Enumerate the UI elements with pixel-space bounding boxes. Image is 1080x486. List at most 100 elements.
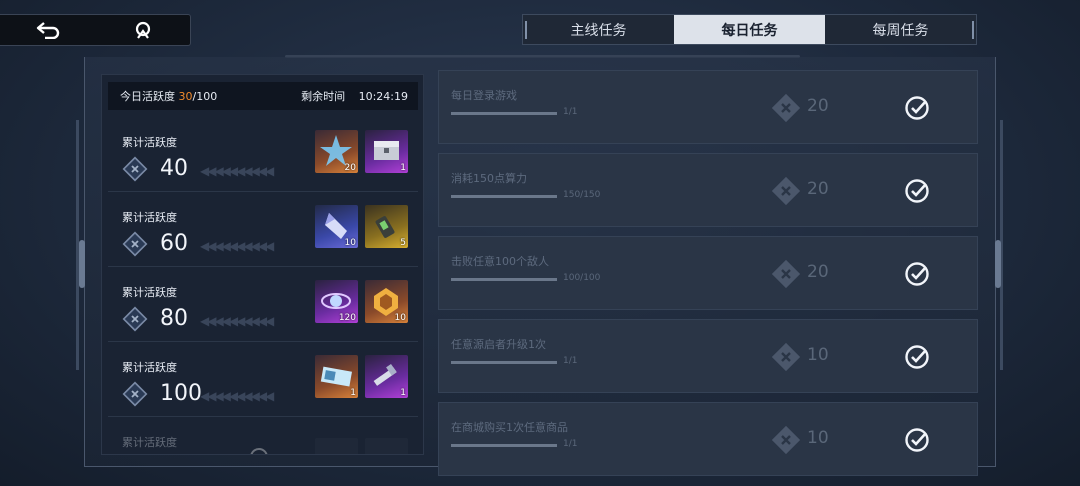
task-item[interactable]: 任意源启者升级1次 1/1 10 (438, 319, 978, 393)
reward-item[interactable]: 1 (365, 355, 408, 398)
top-nav-bar (0, 14, 191, 46)
tab-main-quest[interactable]: 主线任务 (523, 15, 674, 44)
activity-point-icon (771, 176, 801, 206)
activity-point-icon (122, 306, 148, 332)
progress-chevrons: ◀◀◀◀◀◀◀◀◀◀ (200, 239, 274, 253)
progress-chevrons: ◀◀◀◀◀◀◀◀◀◀ (200, 389, 274, 403)
activity-point-icon (122, 156, 148, 182)
task-title: 击败任意100个敌人 (451, 255, 549, 268)
activity-point-icon (771, 259, 801, 289)
progress-chevrons: ◀◀◀◀◀◀◀◀◀◀ (200, 164, 274, 178)
activity-label: 今日活跃度 (120, 90, 175, 103)
task-progress-bar (451, 278, 557, 281)
milestone-value: 100 (160, 381, 202, 406)
milestone-row: 累计活跃度 60 ◀◀◀◀◀◀◀◀◀◀ 10 5 (108, 193, 418, 267)
completed-check-icon[interactable] (904, 95, 930, 121)
task-reward-value: 20 (807, 96, 829, 116)
reward-item[interactable] (315, 438, 358, 454)
completed-check-icon[interactable] (904, 261, 930, 287)
task-progress-fill (451, 278, 557, 281)
reward-count: 1 (350, 388, 356, 398)
reward-count: 120 (338, 313, 356, 323)
milestone-label: 累计活跃度 (122, 436, 177, 449)
task-progress-fill (451, 444, 557, 447)
tab-divider (525, 21, 527, 39)
reward-item[interactable]: 1 (315, 355, 358, 398)
task-reward-value: 20 (807, 262, 829, 282)
side-handle-left (79, 240, 85, 288)
task-reward-value: 10 (807, 345, 829, 365)
remaining-time-value: 10:24:19 (358, 90, 408, 103)
home-icon (135, 21, 150, 39)
reward-item[interactable] (365, 438, 408, 454)
task-progress-bar (451, 112, 557, 115)
reward-count: 10 (344, 238, 356, 248)
activity-panel[interactable]: 今日活跃度 30/100 剩余时间 10:24:19 累计活跃度 40 ◀◀◀◀… (101, 74, 424, 455)
tab-divider (972, 21, 974, 39)
task-title: 在商城购买1次任意商品 (451, 421, 568, 434)
reward-item[interactable]: 20 (315, 130, 358, 173)
reward-item[interactable]: 10 (315, 205, 358, 248)
task-progress-fill (451, 361, 557, 364)
activity-point-icon (122, 381, 148, 407)
reward-item[interactable]: 10 (365, 280, 408, 323)
activity-header: 今日活跃度 30/100 剩余时间 10:24:19 (108, 82, 418, 110)
task-progress-fill (451, 112, 557, 115)
milestone-value: 60 (160, 231, 188, 256)
activity-point-icon (122, 231, 148, 257)
task-progress-bar (451, 361, 557, 364)
task-reward-value: 20 (807, 179, 829, 199)
milestone-row: 累计活跃度 80 ◀◀◀◀◀◀◀◀◀◀ 120 10 (108, 268, 418, 342)
reward-count: 5 (400, 238, 406, 248)
completed-check-icon[interactable] (904, 427, 930, 453)
side-handle-right (995, 240, 1001, 288)
task-item[interactable]: 击败任意100个敌人 100/100 20 (438, 236, 978, 310)
milestone-label: 累计活跃度 (122, 286, 177, 299)
back-button[interactable] (0, 15, 95, 45)
reward-item[interactable]: 120 (315, 280, 358, 323)
task-item[interactable]: 消耗150点算力 150/150 20 (438, 153, 978, 227)
task-tabs: 主线任务 每日任务 每周任务 (522, 14, 977, 45)
reward-count: 1 (400, 163, 406, 173)
completed-check-icon[interactable] (904, 344, 930, 370)
remaining-time: 剩余时间 10:24:19 (301, 88, 408, 104)
milestone-row: 累计活跃度 100 ◀◀◀◀◀◀◀◀◀◀ 1 1 (108, 343, 418, 417)
milestone-value: 80 (160, 306, 188, 331)
milestone-row: 累计活跃度 (108, 418, 418, 454)
task-progress-fill (451, 195, 557, 198)
task-item[interactable]: 在商城购买1次任意商品 1/1 10 (438, 402, 978, 476)
task-progress-bar (451, 195, 557, 198)
task-progress-text: 100/100 (563, 273, 601, 283)
reward-count: 1 (400, 388, 406, 398)
reward-count: 20 (344, 163, 356, 173)
remaining-time-label: 剩余时间 (301, 90, 346, 103)
tab-daily-quest[interactable]: 每日任务 (674, 15, 825, 44)
activity-point-icon (771, 342, 801, 372)
task-item[interactable]: 每日登录游戏 1/1 20 (438, 70, 978, 144)
back-arrow-icon (36, 22, 59, 39)
home-button[interactable] (95, 15, 190, 45)
progress-chevrons: ◀◀◀◀◀◀◀◀◀◀ (200, 314, 274, 328)
task-progress-text: 1/1 (563, 439, 578, 449)
task-reward-value: 10 (807, 428, 829, 448)
check-icon (250, 448, 268, 454)
milestone-value: 40 (160, 156, 188, 181)
tab-weekly-quest[interactable]: 每周任务 (825, 15, 976, 44)
task-progress-text: 150/150 (563, 190, 601, 200)
task-title: 每日登录游戏 (451, 89, 517, 102)
task-title: 消耗150点算力 (451, 172, 527, 185)
milestone-label: 累计活跃度 (122, 136, 177, 149)
task-title: 任意源启者升级1次 (451, 338, 546, 351)
task-progress-text: 1/1 (563, 356, 578, 366)
activity-max: /100 (192, 90, 218, 103)
completed-check-icon[interactable] (904, 178, 930, 204)
milestone-label: 累计活跃度 (122, 361, 177, 374)
milestone-row: 累计活跃度 40 ◀◀◀◀◀◀◀◀◀◀ 20 1 (108, 118, 418, 192)
reward-item[interactable]: 1 (365, 130, 408, 173)
milestone-label: 累计活跃度 (122, 211, 177, 224)
activity-point-icon (771, 425, 801, 455)
task-progress-text: 1/1 (563, 107, 578, 117)
activity-today: 今日活跃度 30/100 (120, 88, 217, 104)
activity-current: 30 (178, 90, 193, 103)
reward-item[interactable]: 5 (365, 205, 408, 248)
